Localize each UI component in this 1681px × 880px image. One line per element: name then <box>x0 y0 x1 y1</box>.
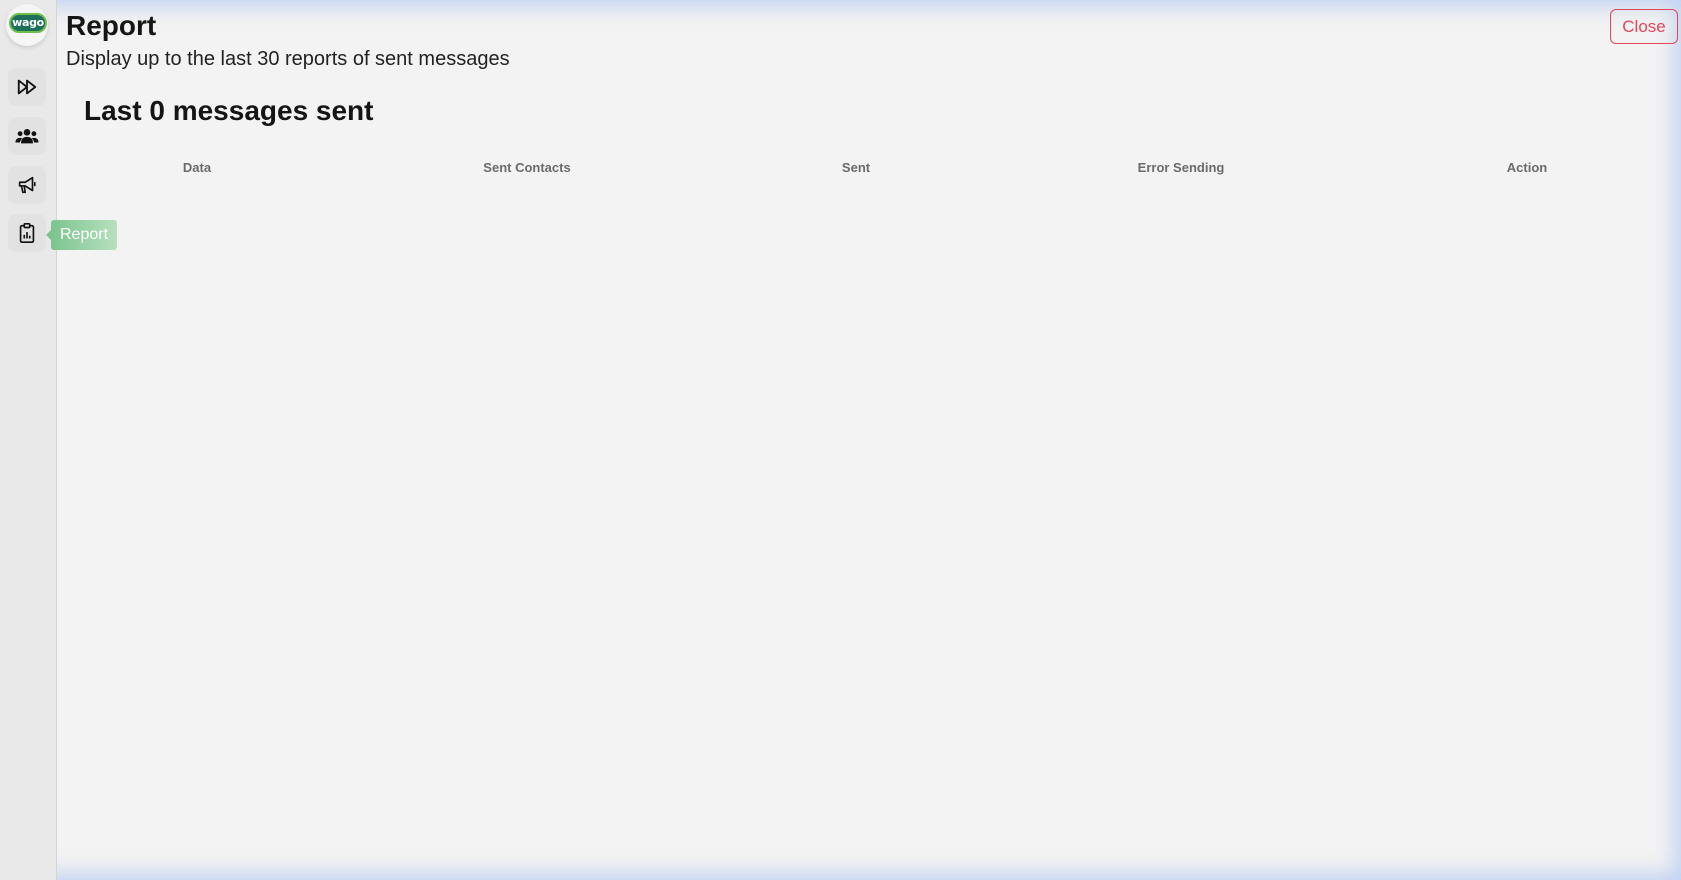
column-header-action: Action <box>1506 160 1548 175</box>
sidebar: wago <box>0 0 57 880</box>
sidebar-item-forward[interactable] <box>8 68 46 106</box>
report-table-header: Data Sent Contacts Sent Error Sending Ac… <box>0 160 1681 180</box>
users-icon <box>15 126 39 146</box>
app-window: wago Report Report Display up to the las… <box>0 0 1681 880</box>
column-header-sent: Sent <box>841 160 871 175</box>
clipboard-report-icon <box>17 222 37 244</box>
report-tooltip: Report <box>45 220 118 250</box>
page-subtitle: Display up to the last 30 reports of sen… <box>66 48 510 70</box>
fast-forward-icon <box>16 76 38 98</box>
close-button[interactable]: Close <box>1610 9 1678 44</box>
page-title: Report <box>66 10 157 41</box>
column-header-sent-contacts: Sent Contacts <box>483 160 571 175</box>
sidebar-item-report[interactable] <box>8 214 46 252</box>
sidebar-item-contacts[interactable] <box>8 117 46 155</box>
column-header-error-sending: Error Sending <box>1137 160 1225 175</box>
section-title: Last 0 messages sent <box>84 95 374 126</box>
logo-wordmark: wago <box>9 13 47 33</box>
column-header-data: Data <box>182 160 212 175</box>
app-logo[interactable]: wago <box>6 4 48 46</box>
